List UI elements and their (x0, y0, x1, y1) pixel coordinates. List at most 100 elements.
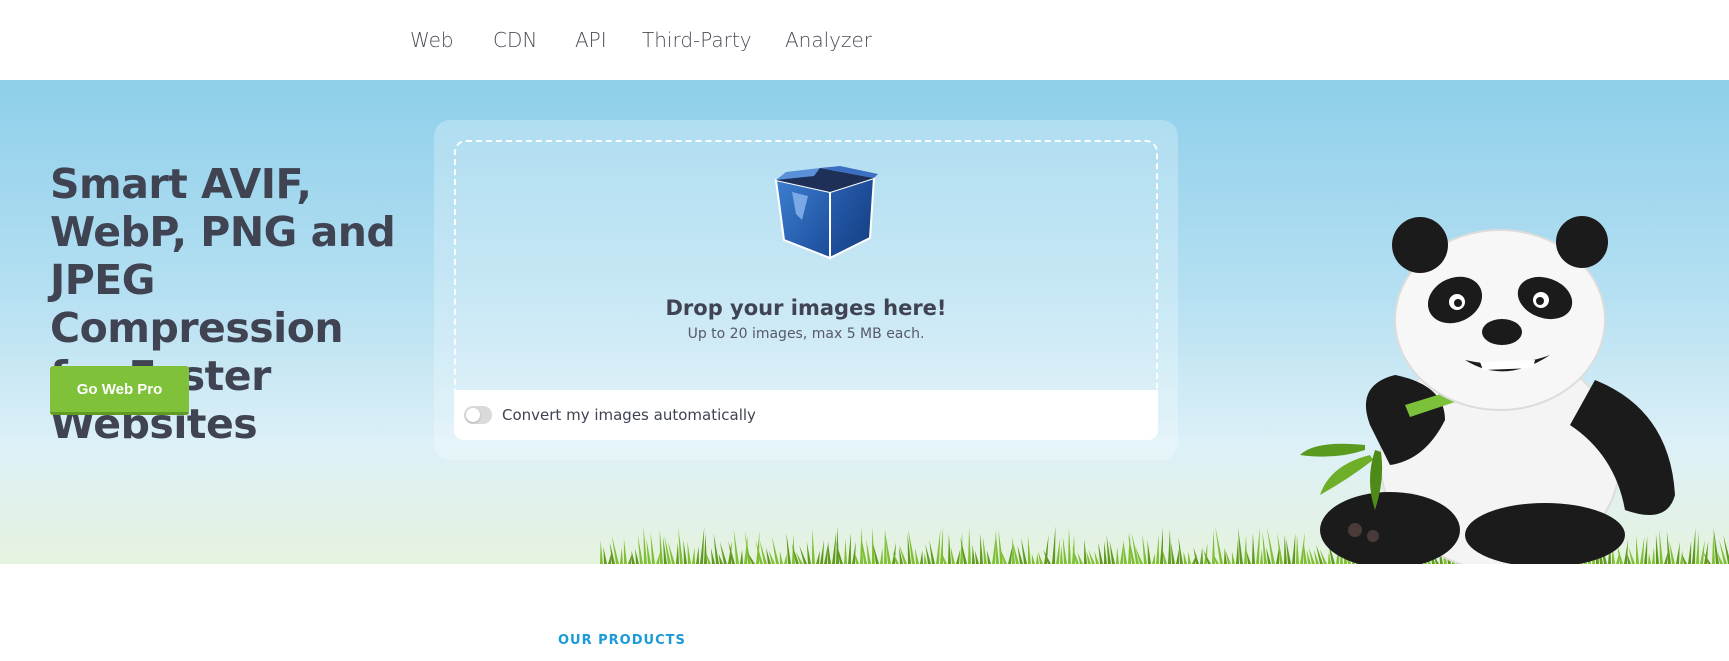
nav-link-api[interactable]: API (575, 28, 607, 52)
grass-blade (704, 533, 707, 564)
drop-subtitle: Up to 20 images, max 5 MB each. (687, 326, 925, 342)
grass-blade (623, 538, 627, 564)
grass-blade (920, 550, 923, 564)
grass-blade (687, 541, 691, 564)
convert-toggle[interactable] (464, 406, 492, 424)
grass-blade (950, 546, 955, 564)
grass-blade (854, 552, 859, 564)
grass-blade (710, 547, 715, 564)
grass-blade (600, 540, 603, 564)
panda-mascot (1300, 216, 1675, 564)
convert-label: Convert my images automatically (502, 406, 756, 424)
drop-title: Drop your images here! (665, 296, 947, 320)
grass-blade (656, 551, 661, 564)
box-icon (774, 166, 878, 260)
grass-blade (1160, 526, 1163, 564)
grass-blade (1244, 535, 1247, 564)
grass-blade (1252, 532, 1255, 564)
grass-blade (1123, 540, 1127, 564)
grass-blade (812, 528, 815, 564)
grass-blade (940, 527, 944, 564)
grass-blade (786, 533, 791, 564)
grass-blade (683, 540, 687, 564)
grass-blade (995, 529, 999, 564)
grass-blade (1231, 551, 1235, 564)
grass-blade (659, 529, 663, 564)
grass-blade (929, 540, 935, 564)
grass-blade (643, 526, 647, 564)
grass-blade (1176, 549, 1179, 564)
grass-blade (692, 547, 695, 564)
grass-blade (972, 544, 975, 564)
image-drop-zone[interactable]: Drop your images here! Up to 20 images, … (454, 140, 1158, 392)
grass-blade (1027, 535, 1031, 564)
nav-link-cdn[interactable]: CDN (493, 28, 537, 52)
grass-blade (650, 532, 655, 564)
grass-blade (827, 542, 831, 564)
grass-blade (784, 553, 787, 564)
grass-blade (1183, 551, 1187, 564)
grass-blade (806, 541, 811, 564)
grass-blade (880, 547, 883, 564)
grass-blade (1021, 538, 1027, 564)
grass-blade (1094, 550, 1099, 564)
grass-blade (820, 540, 825, 564)
grass-blade (1215, 526, 1223, 564)
grass-blade (1120, 541, 1124, 564)
grass-blade (980, 533, 983, 564)
grass-blade (1106, 535, 1111, 564)
grass-blade (1098, 542, 1103, 564)
grass-blade (974, 550, 979, 564)
grass-blade (1700, 539, 1705, 564)
grass-blade (1060, 545, 1063, 564)
grass-blade (924, 553, 927, 564)
grass-blade (718, 553, 723, 564)
grass-blade (866, 539, 871, 564)
top-navigation: Web CDN API Third-Party Analyzer (0, 0, 1729, 80)
nav-link-third-party[interactable]: Third-Party (642, 28, 752, 52)
grass-blade (603, 547, 607, 564)
grass-blade (1260, 549, 1263, 564)
grass-blade (844, 538, 847, 564)
convert-option-bar: Convert my images automatically (454, 390, 1158, 440)
grass-blade (914, 547, 919, 564)
grass-blade (824, 541, 829, 564)
grass-blade (1696, 531, 1699, 564)
grass-blade (1142, 533, 1147, 564)
grass-blade (1068, 527, 1071, 564)
grass-blade (1084, 539, 1087, 564)
hero-section: Smart AVIF, WebP, PNG and JPEG Compressi… (0, 80, 1729, 564)
grass-blade (1031, 553, 1035, 564)
grass-blade (998, 529, 1003, 564)
grass-blade (948, 533, 951, 564)
grass-blade (1170, 542, 1175, 564)
grass-blade (956, 549, 961, 564)
grass-blade (646, 538, 651, 564)
grass-blade (1056, 538, 1061, 564)
nav-link-analyzer[interactable]: Analyzer (785, 28, 872, 52)
grass-blade (637, 535, 643, 564)
grass-blade (1017, 545, 1023, 564)
grass-blade (1246, 550, 1251, 564)
grass-blade (852, 541, 856, 564)
grass-blade (1077, 552, 1083, 564)
grass-blade (848, 532, 851, 564)
our-products-label: OUR PRODUCTS (558, 633, 686, 648)
grass-blade (1086, 551, 1091, 564)
go-web-pro-button[interactable]: Go Web Pro (50, 366, 189, 415)
grass-blade (1147, 540, 1151, 564)
grass-blade (986, 550, 991, 564)
grass-blade (1178, 537, 1183, 564)
upload-panel: Drop your images here! Up to 20 images, … (434, 120, 1178, 460)
grass-blade (1168, 528, 1171, 564)
grass-blade (678, 527, 683, 564)
grass-blade (1256, 526, 1260, 564)
toggle-knob (466, 408, 480, 422)
grass-blade (1104, 541, 1107, 564)
grass-blade (1200, 547, 1203, 564)
grass-blade (1236, 538, 1239, 564)
grass-blade (1062, 536, 1067, 564)
grass-blade (1188, 551, 1191, 564)
grass-blade (700, 526, 705, 564)
nav-link-web[interactable]: Web (410, 28, 454, 52)
